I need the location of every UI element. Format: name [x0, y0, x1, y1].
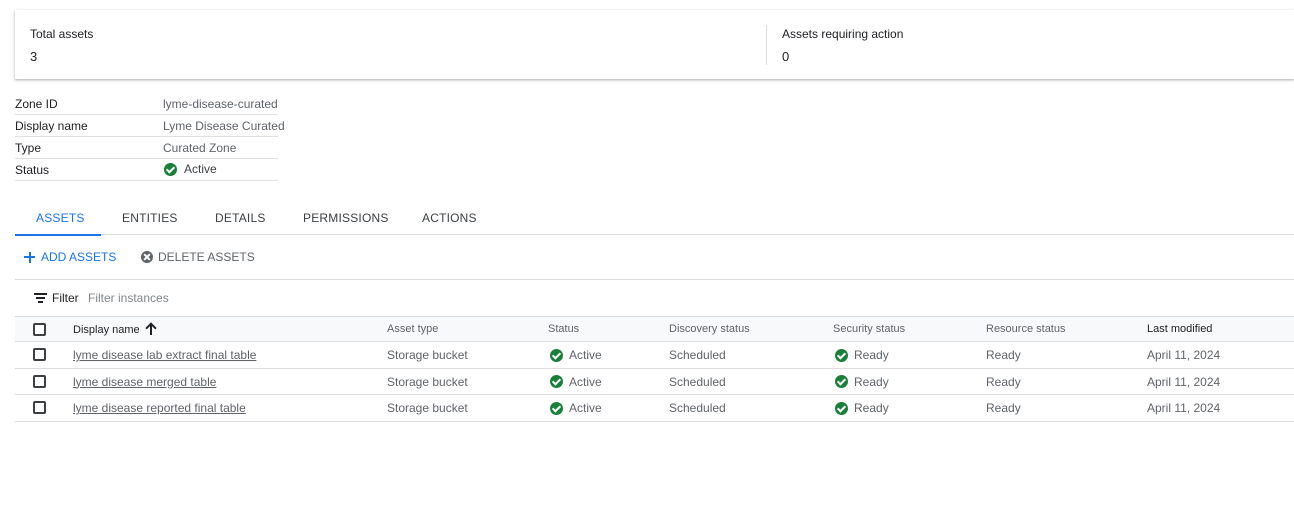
resource-status-cell: Ready: [986, 374, 1021, 389]
discovery-status-cell: Scheduled: [669, 348, 726, 362]
check-circle-icon: [835, 375, 848, 388]
column-header-resource-status[interactable]: Resource status: [986, 323, 1065, 335]
delete-assets-button[interactable]: DELETE ASSETS: [141, 250, 255, 264]
tab-actions[interactable]: ACTIONS: [401, 200, 491, 235]
status-value: Active: [164, 162, 217, 176]
assets-requiring-action-label: Assets requiring action: [782, 27, 904, 41]
last-modified-cell: April 11, 2024: [1147, 348, 1221, 362]
tab-entities-label: ENTITIES: [122, 211, 178, 225]
resource-status-cell: Ready: [986, 401, 1021, 415]
status-cell: Active: [550, 375, 602, 389]
status-value-text: Active: [184, 162, 217, 176]
delete-assets-label: DELETE ASSETS: [158, 250, 255, 264]
zone-id-row: Zone ID lyme-disease-curated: [15, 93, 278, 115]
type-value: Curated Zone: [163, 141, 237, 155]
tab-assets-label: ASSETS: [36, 211, 85, 225]
tab-actions-label: ACTIONS: [422, 211, 477, 225]
discovery-status-cell: Scheduled: [669, 374, 726, 389]
column-header-discovery-status[interactable]: Discovery status: [669, 323, 750, 335]
tab-permissions[interactable]: PERMISSIONS: [281, 200, 401, 235]
resource-status-cell: Ready: [986, 348, 1021, 362]
filter-input[interactable]: [88, 287, 488, 309]
total-assets-label: Total assets: [30, 27, 94, 41]
type-key: Type: [15, 141, 42, 155]
assets-requiring-action-value: 0: [782, 49, 790, 64]
display-name-value: Lyme Disease Curated: [163, 119, 285, 133]
add-assets-button[interactable]: ADD ASSETS: [24, 250, 116, 264]
tab-assets[interactable]: ASSETS: [15, 200, 101, 236]
filter-label: Filter: [52, 291, 79, 305]
column-header-display-name[interactable]: Display name: [73, 323, 157, 336]
last-modified-cell: April 11, 2024: [1147, 401, 1221, 415]
assets-table: Display name Asset type Status Discovery…: [15, 316, 1294, 422]
select-all-checkbox[interactable]: [33, 323, 46, 336]
asset-type-cell: Storage bucket: [387, 348, 468, 362]
asset-type-cell: Storage bucket: [387, 401, 468, 415]
table-header: Display name Asset type Status Discovery…: [15, 316, 1294, 342]
status-cell: Active: [550, 348, 602, 362]
asset-name-link[interactable]: lyme disease lab extract final table: [73, 348, 256, 362]
check-circle-icon: [835, 401, 848, 415]
security-status-cell: Ready: [835, 401, 889, 415]
type-row: Type Curated Zone: [15, 137, 278, 159]
asset-action-bar: ADD ASSETS DELETE ASSETS: [15, 236, 1294, 280]
security-status-cell: Ready: [835, 348, 889, 362]
tab-permissions-label: PERMISSIONS: [303, 211, 389, 225]
asset-name-link[interactable]: lyme disease reported final table: [73, 401, 246, 415]
tab-bar: ASSETS ENTITIES DETAILS PERMISSIONS ACTI…: [15, 200, 1294, 236]
cancel-circle-icon: [141, 251, 153, 263]
display-name-key: Display name: [15, 119, 88, 133]
tab-entities[interactable]: ENTITIES: [101, 200, 193, 235]
total-assets-summary: Total assets 3: [15, 10, 766, 79]
filter-bar: Filter: [15, 281, 1294, 316]
column-header-security-status[interactable]: Security status: [833, 323, 905, 335]
tab-details-label: DETAILS: [215, 211, 266, 225]
column-header-status[interactable]: Status: [548, 323, 579, 335]
check-circle-icon: [550, 375, 563, 388]
add-assets-label: ADD ASSETS: [41, 250, 117, 264]
status-key: Status: [15, 163, 50, 177]
status-cell: Active: [550, 401, 602, 415]
check-circle-icon: [835, 348, 848, 362]
assets-requiring-action-summary: Assets requiring action 0: [767, 10, 1294, 79]
display-name-row: Display name Lyme Disease Curated: [15, 115, 285, 137]
summary-card: Total assets 3 Assets requiring action 0: [15, 10, 1294, 79]
table-row: lyme disease lab extract final table Sto…: [15, 342, 1294, 369]
asset-name-link[interactable]: lyme disease merged table: [73, 375, 216, 389]
last-modified-cell: April 11, 2024: [1147, 374, 1221, 389]
column-header-asset-type[interactable]: Asset type: [387, 323, 438, 335]
discovery-status-cell: Scheduled: [669, 401, 726, 415]
check-circle-icon: [164, 162, 177, 176]
security-status-cell: Ready: [835, 375, 889, 389]
zone-info-table: Zone ID lyme-disease-curated Display nam…: [15, 93, 285, 181]
zone-id-key: Zone ID: [15, 97, 58, 111]
status-row: Status Active: [15, 159, 278, 181]
row-checkbox[interactable]: [33, 401, 46, 414]
sort-ascending-icon: [146, 323, 157, 335]
row-checkbox[interactable]: [33, 374, 46, 388]
zone-id-value: lyme-disease-curated: [163, 97, 278, 111]
column-header-last-modified[interactable]: Last modified: [1147, 323, 1212, 335]
tab-details[interactable]: DETAILS: [193, 200, 281, 235]
table-row: lyme disease merged table Storage bucket…: [15, 369, 1294, 395]
table-row: lyme disease reported final table Storag…: [15, 395, 1294, 422]
total-assets-value: 3: [30, 49, 38, 64]
asset-type-cell: Storage bucket: [387, 374, 468, 389]
filter-icon[interactable]: [34, 293, 47, 303]
row-checkbox[interactable]: [33, 348, 46, 361]
plus-icon: [24, 251, 35, 263]
check-circle-icon: [550, 401, 563, 415]
check-circle-icon: [550, 348, 563, 362]
